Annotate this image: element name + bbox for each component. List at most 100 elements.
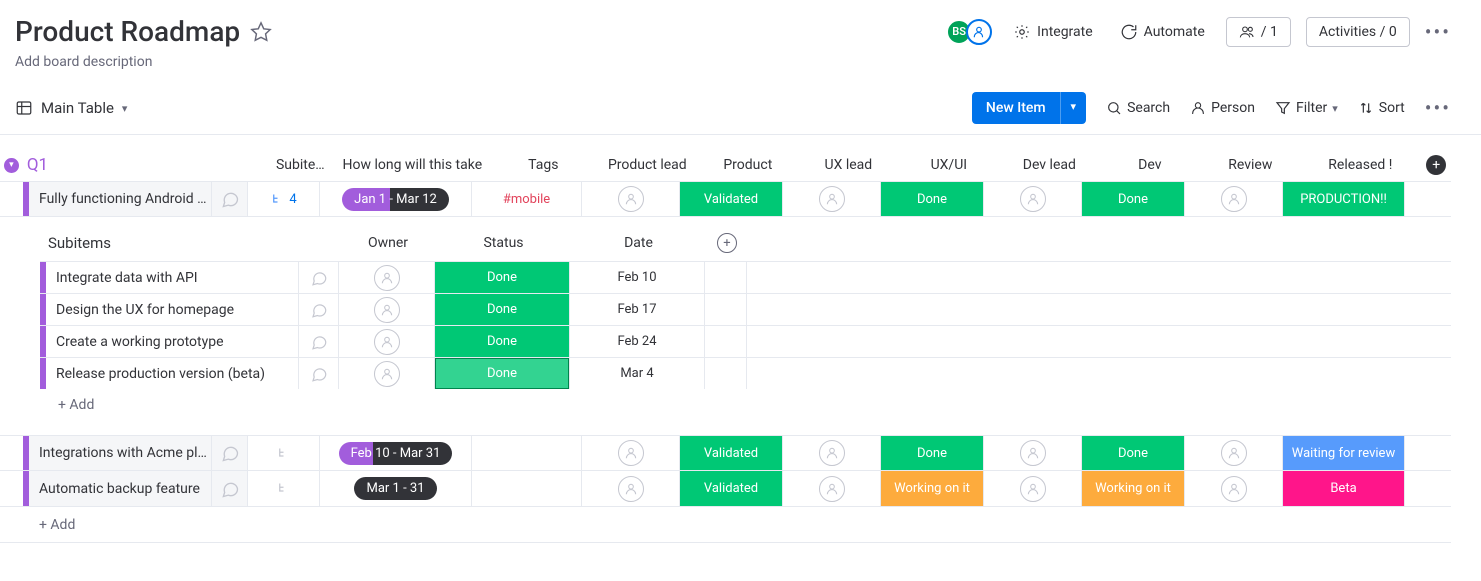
- review-cell[interactable]: [1185, 182, 1283, 216]
- subitem-date[interactable]: Feb 10: [570, 262, 705, 293]
- subitems-expand[interactable]: [248, 471, 320, 506]
- chat-icon[interactable]: [299, 262, 339, 293]
- add-column-button[interactable]: +: [1421, 155, 1451, 175]
- item-name[interactable]: Fully functioning Android …: [29, 182, 212, 216]
- column-subitems[interactable]: Subite…: [264, 157, 336, 173]
- dev-status-cell[interactable]: Working on it: [1082, 471, 1185, 506]
- subitem-status[interactable]: Done: [435, 294, 570, 325]
- subitem-date[interactable]: Mar 4: [570, 358, 705, 389]
- new-item-dropdown[interactable]: ▾: [1060, 92, 1087, 124]
- ux-lead-cell[interactable]: [783, 436, 881, 470]
- column-dev-lead[interactable]: Dev lead: [1000, 157, 1098, 173]
- subitem-date[interactable]: Feb 24: [570, 326, 705, 357]
- column-review[interactable]: Review: [1201, 157, 1299, 173]
- released-status-cell[interactable]: PRODUCTION!!: [1283, 182, 1405, 216]
- column-timeline[interactable]: How long will this take: [336, 157, 488, 173]
- uxui-status-cell[interactable]: Working on it: [881, 471, 984, 506]
- filter-button[interactable]: Filter ▾: [1275, 100, 1338, 116]
- star-icon[interactable]: [250, 21, 272, 43]
- item-name[interactable]: Automatic backup feature: [29, 471, 212, 506]
- dev-lead-cell[interactable]: [984, 436, 1082, 470]
- integrate-button[interactable]: Integrate: [1007, 19, 1099, 45]
- timeline-cell[interactable]: Jan 1 - Mar 12: [320, 182, 472, 216]
- subcolumn-owner[interactable]: Owner: [340, 235, 436, 251]
- column-released[interactable]: Released !: [1299, 157, 1421, 173]
- ux-lead-cell[interactable]: [783, 471, 881, 506]
- subitems-expand[interactable]: [248, 436, 320, 470]
- subitem-status[interactable]: Done: [435, 358, 570, 389]
- column-ux-ui[interactable]: UX/UI: [897, 157, 1000, 173]
- view-name: Main Table: [41, 99, 114, 117]
- add-item-row[interactable]: + Add: [0, 507, 1451, 543]
- activities-button[interactable]: Activities / 0: [1306, 17, 1410, 47]
- column-ux-lead[interactable]: UX lead: [799, 157, 897, 173]
- subitem-name[interactable]: Design the UX for homepage: [46, 294, 299, 325]
- tags-cell[interactable]: [472, 436, 582, 470]
- chat-icon[interactable]: [299, 326, 339, 357]
- table-icon: [15, 99, 33, 117]
- chat-icon[interactable]: [212, 436, 248, 470]
- chat-icon[interactable]: [212, 182, 248, 216]
- dev-lead-cell[interactable]: [984, 182, 1082, 216]
- column-product[interactable]: Product: [696, 157, 799, 173]
- board-title[interactable]: Product Roadmap: [15, 15, 240, 48]
- subitem-name[interactable]: Create a working prototype: [46, 326, 299, 357]
- column-dev[interactable]: Dev: [1098, 157, 1201, 173]
- more-menu-icon[interactable]: •••: [1425, 20, 1451, 44]
- chat-icon[interactable]: [299, 358, 339, 389]
- ux-lead-cell[interactable]: [783, 182, 881, 216]
- subitem-status[interactable]: Done: [435, 326, 570, 357]
- released-status-cell[interactable]: Waiting for review: [1283, 436, 1405, 470]
- product-lead-cell[interactable]: [582, 182, 680, 216]
- group-collapse-toggle[interactable]: ▾: [4, 158, 19, 173]
- tags-cell[interactable]: [472, 471, 582, 506]
- uxui-status-cell[interactable]: Done: [881, 436, 984, 470]
- subcolumn-status[interactable]: Status: [436, 235, 571, 251]
- add-subitem-button[interactable]: + Add: [40, 389, 1451, 421]
- review-cell[interactable]: [1185, 471, 1283, 506]
- dev-lead-cell[interactable]: [984, 471, 1082, 506]
- column-tags[interactable]: Tags: [488, 157, 598, 173]
- sort-button[interactable]: Sort: [1358, 100, 1405, 116]
- subitem-owner[interactable]: [339, 326, 435, 357]
- integrate-label: Integrate: [1037, 24, 1093, 40]
- subitem-owner[interactable]: [339, 358, 435, 389]
- chevron-down-icon: ▾: [122, 102, 128, 115]
- automate-button[interactable]: Automate: [1114, 19, 1211, 45]
- released-status-cell[interactable]: Beta: [1283, 471, 1405, 506]
- subitems-count[interactable]: 4: [248, 182, 320, 216]
- subitem-name[interactable]: Integrate data with API: [46, 262, 299, 293]
- subitem-owner[interactable]: [339, 294, 435, 325]
- product-lead-cell[interactable]: [582, 436, 680, 470]
- product-status-cell[interactable]: Validated: [680, 182, 783, 216]
- subitem-name[interactable]: Release production version (beta): [46, 358, 299, 389]
- chat-icon[interactable]: [212, 471, 248, 506]
- subitem-date[interactable]: Feb 17: [570, 294, 705, 325]
- dev-status-cell[interactable]: Done: [1082, 436, 1185, 470]
- column-product-lead[interactable]: Product lead: [598, 157, 696, 173]
- view-more-icon[interactable]: •••: [1425, 96, 1451, 120]
- chat-icon[interactable]: [299, 294, 339, 325]
- product-status-cell[interactable]: Validated: [680, 436, 783, 470]
- search-button[interactable]: Search: [1106, 100, 1170, 116]
- group-title[interactable]: Q1: [27, 155, 245, 175]
- tags-cell[interactable]: #mobile: [472, 182, 582, 216]
- uxui-status-cell[interactable]: Done: [881, 182, 984, 216]
- subcolumn-date[interactable]: Date: [571, 235, 706, 251]
- person-filter-button[interactable]: Person: [1190, 100, 1255, 116]
- dev-status-cell[interactable]: Done: [1082, 182, 1185, 216]
- new-item-button[interactable]: New Item: [972, 92, 1060, 124]
- timeline-cell[interactable]: Feb 10 - Mar 31: [320, 436, 472, 470]
- board-description[interactable]: Add board description: [15, 54, 1451, 82]
- item-name[interactable]: Integrations with Acme pl…: [29, 436, 212, 470]
- subitem-owner[interactable]: [339, 262, 435, 293]
- subitem-status[interactable]: Done: [435, 262, 570, 293]
- add-subcolumn-button[interactable]: +: [706, 233, 748, 253]
- members-avatars[interactable]: BS: [946, 19, 992, 45]
- timeline-cell[interactable]: Mar 1 - 31: [320, 471, 472, 506]
- members-button[interactable]: / 1: [1226, 17, 1291, 47]
- product-status-cell[interactable]: Validated: [680, 471, 783, 506]
- view-selector[interactable]: Main Table ▾: [15, 99, 127, 117]
- product-lead-cell[interactable]: [582, 471, 680, 506]
- review-cell[interactable]: [1185, 436, 1283, 470]
